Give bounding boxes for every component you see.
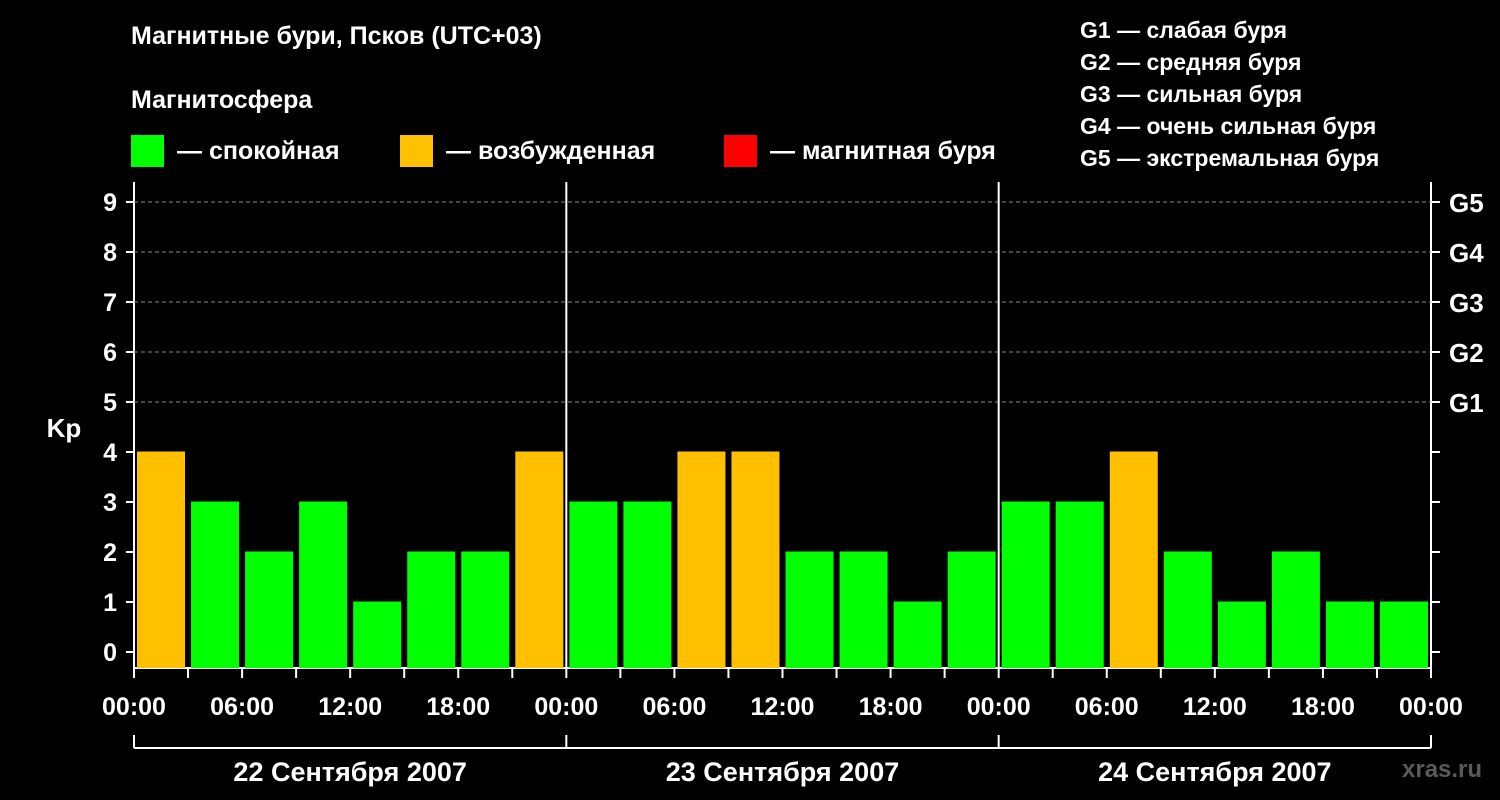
y-tick-label: 5 (103, 389, 117, 417)
y-tick-label: 7 (103, 289, 117, 317)
kp-bar (515, 451, 564, 668)
kp-bar (137, 451, 186, 668)
kp-bar (569, 501, 618, 668)
watermark: xras.ru (1402, 756, 1483, 783)
y-tick-label: 1 (103, 589, 117, 617)
kp-bar (677, 451, 726, 668)
x-tick-label: 06:00 (1075, 693, 1139, 721)
kp-bar (245, 551, 294, 668)
kp-bar (785, 551, 834, 668)
x-tick-label: 12:00 (1183, 693, 1247, 721)
kp-bar (461, 551, 510, 668)
y-axis-label: Kp (47, 413, 82, 443)
g-scale-label: G4 (1449, 238, 1484, 268)
kp-chart: 0 1 2 3 4 5 6 7 8 9 G1 G2 G3 G4 G5 Kp 00:00 06:00 12:00 18:… (47, 182, 1484, 787)
x-tick-label: 18:00 (1291, 693, 1355, 721)
x-tick-label: 18:00 (426, 693, 490, 721)
y-tick-label: 8 (103, 239, 117, 267)
y-tick-label: 2 (103, 539, 117, 567)
kp-bar (1379, 601, 1428, 668)
x-tick-label: 00:00 (1399, 693, 1463, 721)
kp-bar (191, 501, 240, 668)
x-tick-label: 18:00 (859, 693, 923, 721)
x-tick-label: 00:00 (102, 693, 166, 721)
g-scale-label: G2 (1449, 338, 1484, 368)
day-label: 22 Сентября 2007 (233, 757, 466, 787)
day-label: 24 Сентября 2007 (1098, 757, 1331, 787)
kp-bar (947, 551, 996, 668)
kp-bar (623, 501, 672, 668)
kp-bar (839, 551, 888, 668)
day-label: 23 Сентября 2007 (666, 757, 899, 787)
g-scale-label: G5 (1449, 188, 1484, 218)
kp-bar (731, 451, 780, 668)
kp-bar (353, 601, 402, 668)
kp-bar (1055, 501, 1104, 668)
kp-bar (1217, 601, 1266, 668)
x-tick-label: 00:00 (534, 693, 598, 721)
kp-bar (1001, 501, 1050, 668)
x-tick-label: 06:00 (642, 693, 706, 721)
y-tick-label: 6 (103, 339, 117, 367)
y-tick-label: 0 (103, 639, 117, 667)
y-tick-label: 9 (103, 189, 117, 217)
x-tick-label: 12:00 (318, 693, 382, 721)
kp-bar (1109, 451, 1158, 668)
g-scale-label: G1 (1449, 388, 1484, 418)
kp-bar (299, 501, 348, 668)
kp-bar (407, 551, 456, 668)
kp-bar (1163, 551, 1212, 668)
kp-bar (893, 601, 942, 668)
x-tick-label: 00:00 (967, 693, 1031, 721)
y-tick-label: 4 (103, 439, 117, 467)
y-tick-label: 3 (103, 489, 117, 517)
x-tick-label: 06:00 (210, 693, 274, 721)
x-tick-label: 12:00 (751, 693, 815, 721)
kp-bar (1271, 551, 1320, 668)
kp-bar (1325, 601, 1374, 668)
g-scale-label: G3 (1449, 288, 1484, 318)
